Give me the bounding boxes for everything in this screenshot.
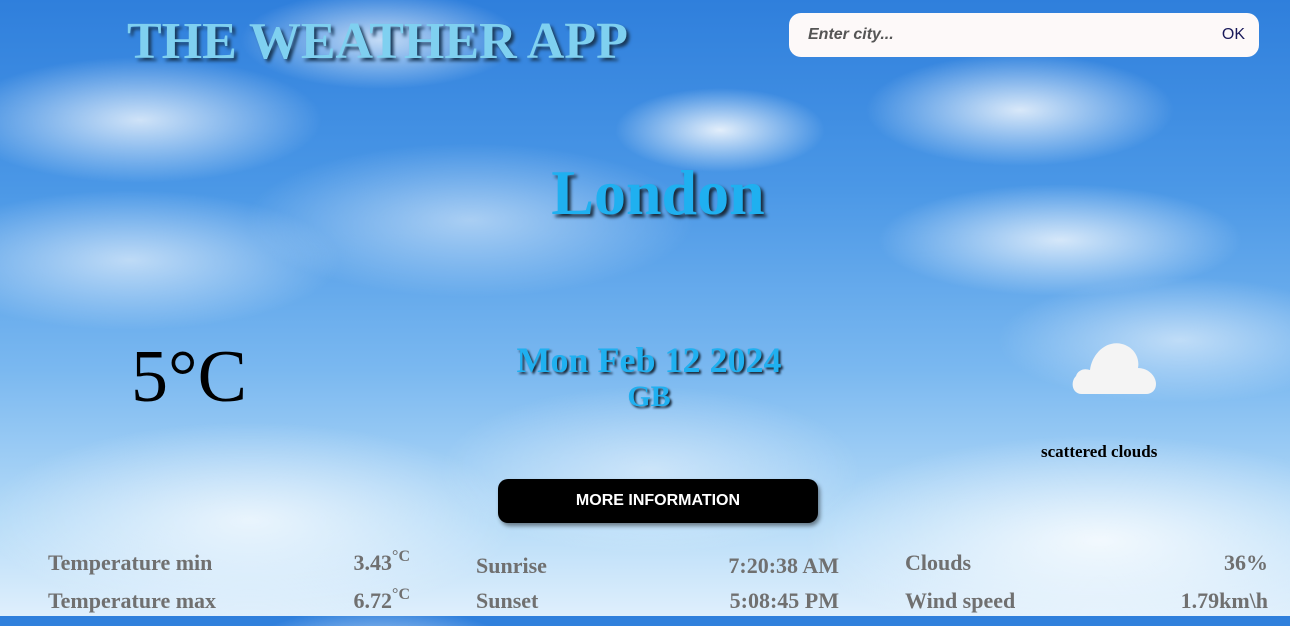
ok-button[interactable]: OK <box>1222 26 1245 44</box>
wind-speed-value: 1.79km\h <box>1180 588 1268 613</box>
detail-row: Sunset 5:08:45 PM <box>476 588 839 626</box>
detail-row: Temperature min 3.43°C <box>48 548 410 588</box>
temp-min-value: 3.43°C <box>353 548 410 575</box>
wind-speed-label: Wind speed <box>905 588 1016 613</box>
detail-row: Sunrise 7:20:38 AM <box>476 553 839 588</box>
detail-row: Wind speed 1.79km\h <box>905 588 1268 626</box>
search-bar: OK <box>789 12 1259 58</box>
temperature-details: Temperature min 3.43°C Temperature max 6… <box>48 548 410 626</box>
city-name: London <box>551 157 765 228</box>
sunrise-label: Sunrise <box>476 553 547 578</box>
detail-row: Temperature max 6.72°C <box>48 586 410 626</box>
temp-max-value: 6.72°C <box>353 586 410 613</box>
sun-details: Sunrise 7:20:38 AM Sunset 5:08:45 PM <box>476 553 839 626</box>
temp-max-label: Temperature max <box>48 588 217 613</box>
clouds-label: Clouds <box>905 550 972 575</box>
app-title: THE WEATHER APP <box>127 13 628 70</box>
details-grid: Temperature min 3.43°C Temperature max 6… <box>0 548 1290 616</box>
sunset-label: Sunset <box>476 588 539 613</box>
sunrise-value: 7:20:38 AM <box>728 553 839 578</box>
clouds-value: 36% <box>1224 550 1268 575</box>
sunset-value: 5:08:45 PM <box>729 588 839 613</box>
weather-description: scattered clouds <box>1041 442 1158 461</box>
detail-row: Clouds 36% <box>905 550 1268 588</box>
more-information-button[interactable]: MORE INFORMATION <box>498 479 818 523</box>
conditions-details: Clouds 36% Wind speed 1.79km\h <box>905 550 1268 626</box>
temp-min-label: Temperature min <box>48 550 213 575</box>
cloud-icon <box>1072 343 1156 394</box>
city-search-input[interactable] <box>806 12 1222 58</box>
